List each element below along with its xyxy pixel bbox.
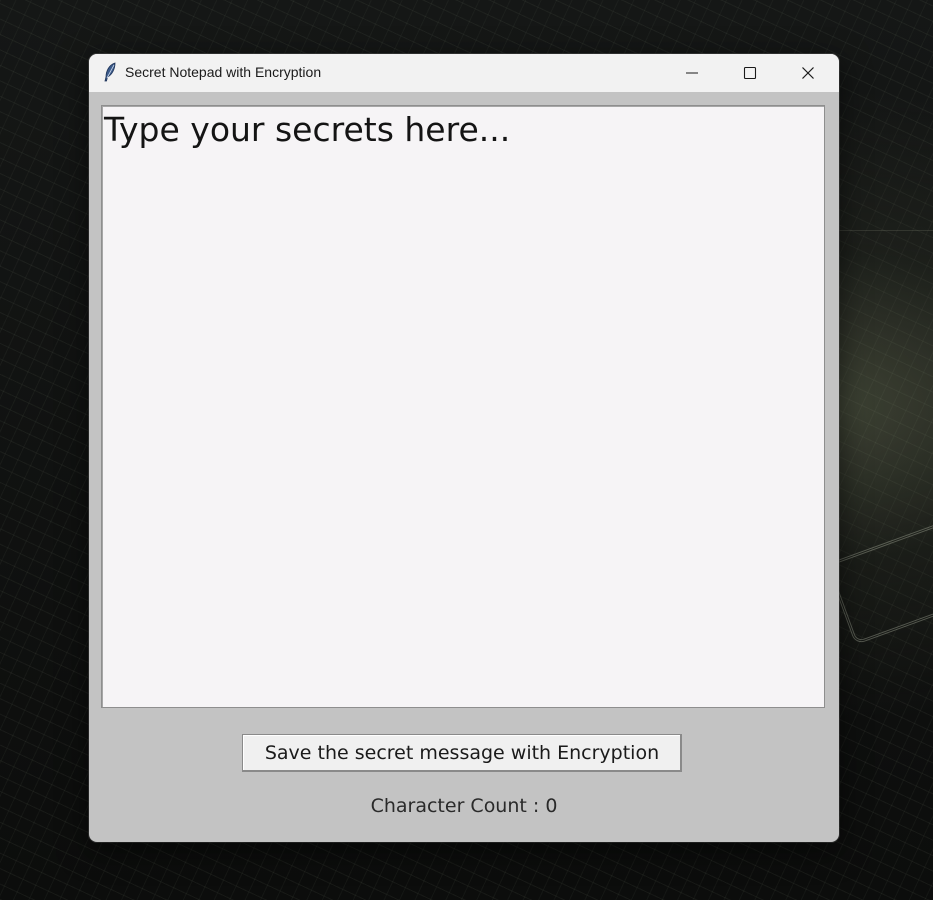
app-window: Secret Notepad with Encryption Type your… [89, 54, 839, 842]
character-count-label: Character Count : 0 [370, 795, 558, 817]
minimize-button[interactable] [663, 54, 721, 92]
save-encrypted-button[interactable]: Save the secret message with Encryption [242, 734, 682, 772]
secret-text-editor[interactable]: Type your secrets here... [101, 105, 825, 708]
feather-icon [103, 62, 117, 82]
title-bar[interactable]: Secret Notepad with Encryption [89, 54, 839, 92]
maximize-button[interactable] [721, 54, 779, 92]
editor-text: Type your secrets here... [104, 110, 511, 149]
window-title: Secret Notepad with Encryption [125, 64, 322, 80]
minimize-icon [686, 72, 698, 74]
close-icon [802, 67, 814, 79]
close-button[interactable] [779, 54, 837, 92]
maximize-icon [743, 66, 757, 80]
